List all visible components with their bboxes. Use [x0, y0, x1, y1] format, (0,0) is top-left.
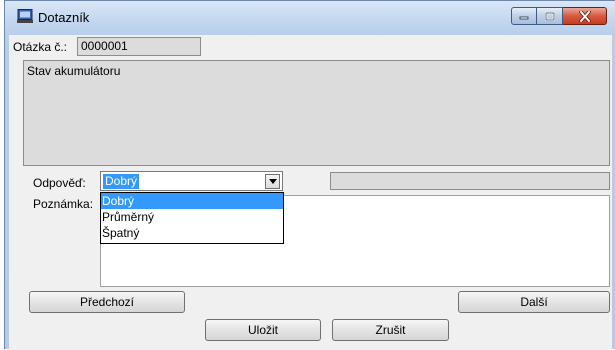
- maximize-icon: [544, 11, 555, 21]
- caption-buttons: [511, 3, 607, 25]
- question-number-label: Otázka č.:: [13, 40, 68, 54]
- answer-label: Odpověď:: [33, 176, 86, 190]
- chevron-down-icon: [268, 179, 277, 184]
- window-title: Dotazník: [38, 10, 90, 25]
- cancel-button[interactable]: Zrušit: [332, 319, 449, 341]
- maximize-button[interactable]: [537, 7, 563, 25]
- combobox-dropdown-button[interactable]: [265, 174, 280, 189]
- computer-icon: [17, 9, 33, 23]
- previous-button[interactable]: Předchozí: [29, 291, 185, 313]
- question-number-field: 0000001: [77, 37, 201, 56]
- dialog-body: Otázka č.: 0000001 Stav akumulátoru Odpo…: [9, 35, 612, 350]
- title-bar[interactable]: Dotazník: [5, 1, 615, 35]
- dropdown-option[interactable]: Průměrný: [101, 209, 283, 225]
- minimize-button[interactable]: [511, 7, 537, 25]
- answer-combobox[interactable]: Dobrý: [100, 171, 283, 191]
- dropdown-option[interactable]: Špatný: [101, 225, 283, 241]
- answer-side-field: [330, 172, 610, 190]
- close-button[interactable]: [563, 7, 607, 25]
- answer-dropdown-list: Dobrý Průměrný Špatný: [100, 192, 284, 244]
- close-icon: [578, 10, 591, 22]
- save-button[interactable]: Uložit: [205, 319, 321, 341]
- note-label: Poznámka:: [33, 197, 94, 211]
- dropdown-option[interactable]: Dobrý: [101, 193, 283, 209]
- minimize-icon: [519, 16, 529, 20]
- question-text-box: Stav akumulátoru: [23, 60, 610, 166]
- dialog-window: Dotazník Otázka č.: 0000001 Stav akumulá…: [4, 0, 615, 350]
- answer-selected-value: Dobrý: [103, 174, 140, 189]
- next-button[interactable]: Další: [458, 291, 610, 313]
